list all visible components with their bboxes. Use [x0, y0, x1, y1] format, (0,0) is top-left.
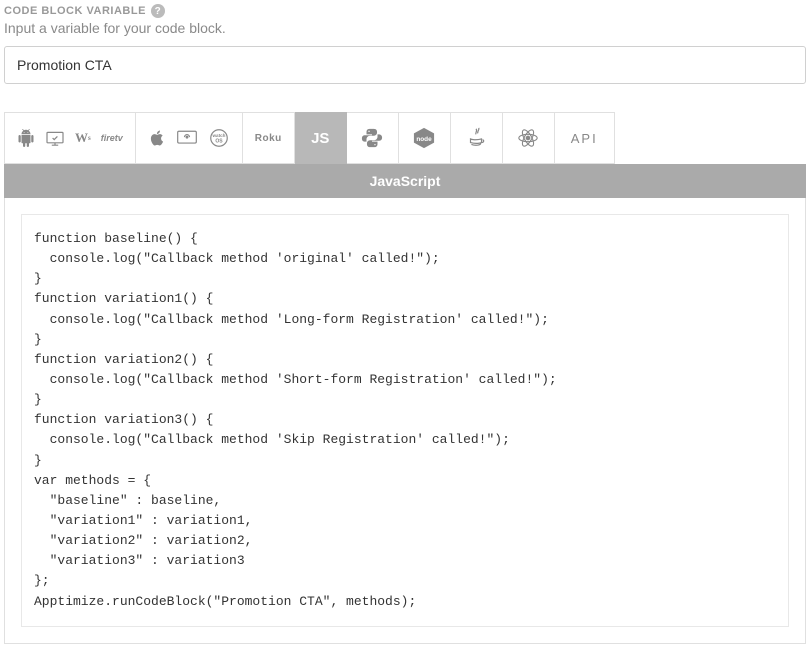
section-description: Input a variable for your code block. [4, 20, 806, 36]
svg-text:OS: OS [215, 139, 223, 145]
variable-input[interactable] [4, 46, 806, 84]
python-icon [361, 127, 383, 149]
wear-icon: Ws [75, 130, 91, 146]
svg-text:watch: watch [211, 133, 225, 138]
tab-react[interactable] [503, 112, 555, 164]
androidtv-icon [45, 130, 65, 146]
help-icon[interactable]: ? [151, 4, 165, 18]
code-inner: function baseline() { console.log("Callb… [21, 214, 789, 627]
js-icon: JS [311, 130, 329, 147]
svg-text:node: node [417, 136, 433, 143]
firetv-icon: firetv [101, 133, 123, 143]
watchos-icon: watchOS [208, 127, 230, 149]
tab-javascript[interactable]: JS [295, 112, 347, 164]
api-label: API [571, 131, 598, 146]
tab-api[interactable]: API [555, 112, 615, 164]
tab-apple-group[interactable]: watchOS [136, 112, 243, 164]
node-icon: node [411, 127, 437, 149]
section-label-text: CODE BLOCK VARIABLE [4, 5, 146, 17]
tab-roku[interactable]: Roku [243, 112, 295, 164]
appletv-icon [176, 129, 198, 147]
roku-icon: Roku [255, 133, 282, 144]
language-header: JavaScript [4, 164, 806, 198]
section-label: CODE BLOCK VARIABLE ? [4, 4, 806, 18]
react-icon [516, 127, 540, 149]
tab-node[interactable]: node [399, 112, 451, 164]
tab-python[interactable] [347, 112, 399, 164]
android-icon [17, 128, 35, 148]
code-container: function baseline() { console.log("Callb… [4, 198, 806, 644]
apple-icon [148, 128, 166, 148]
platform-tabs: Ws firetv watchOS Roku JS node [4, 112, 806, 164]
java-icon [465, 126, 487, 150]
tab-android-group[interactable]: Ws firetv [4, 112, 136, 164]
code-block[interactable]: function baseline() { console.log("Callb… [34, 229, 776, 612]
tab-java[interactable] [451, 112, 503, 164]
